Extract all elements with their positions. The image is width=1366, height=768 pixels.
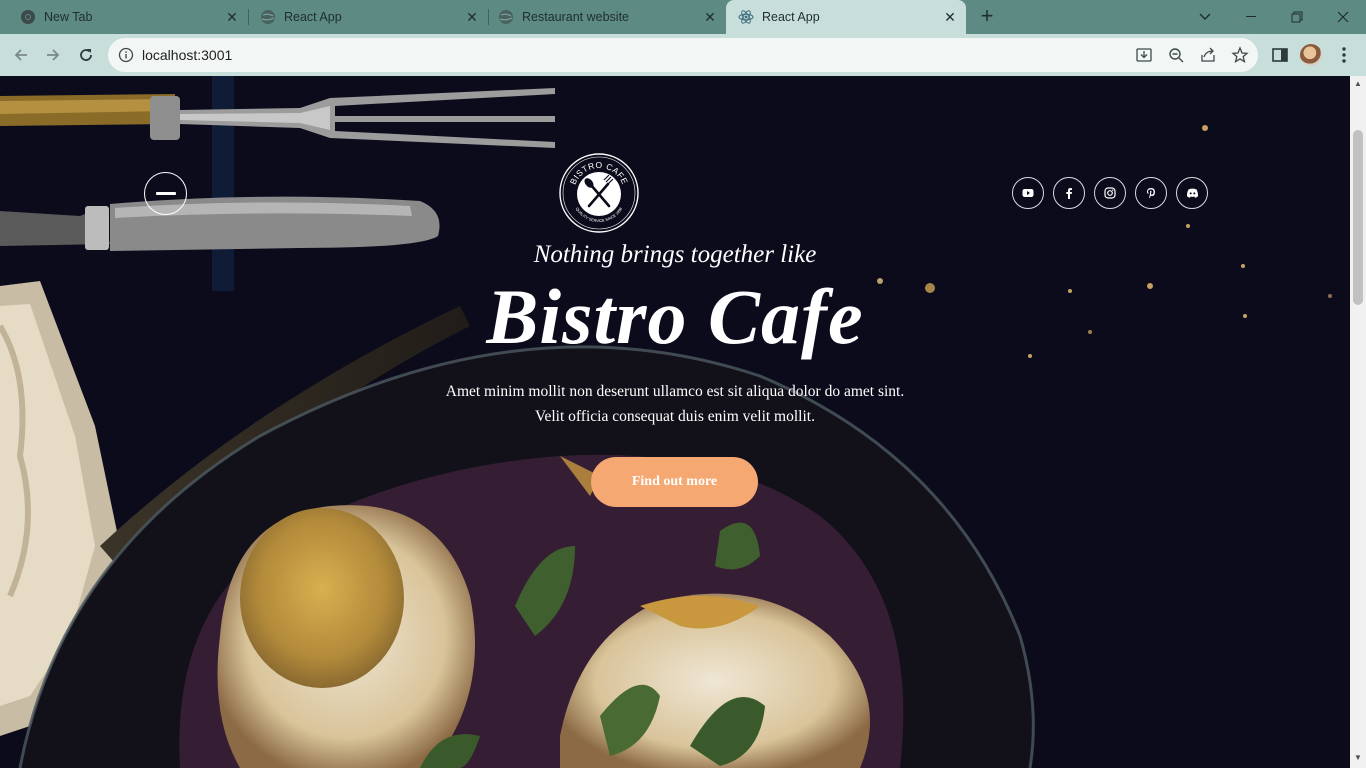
- chrome-icon: [20, 9, 36, 25]
- hero-description-line: Amet minim mollit non deserunt ullamco e…: [445, 383, 905, 400]
- globe-icon: [498, 9, 514, 25]
- close-window-button[interactable]: [1320, 0, 1366, 34]
- install-app-icon[interactable]: [1135, 46, 1153, 64]
- tab-search-icon[interactable]: [1182, 0, 1228, 34]
- globe-icon: [260, 9, 276, 25]
- menu-toggle-button[interactable]: [144, 172, 187, 215]
- tab-title: Restaurant website: [522, 10, 630, 24]
- site-info-icon[interactable]: [118, 47, 134, 63]
- tab-react-app[interactable]: React App ✕: [240, 0, 488, 34]
- share-icon[interactable]: [1199, 46, 1217, 64]
- restore-button[interactable]: [1274, 0, 1320, 34]
- discord-link[interactable]: [1176, 177, 1208, 209]
- instagram-link[interactable]: [1094, 177, 1126, 209]
- side-panel-icon[interactable]: [1270, 45, 1290, 65]
- new-tab-button[interactable]: +: [976, 5, 998, 28]
- tab-strip: New Tab ✕ React App ✕ Restaurant website…: [0, 0, 1366, 34]
- scrollbar-thumb[interactable]: [1353, 130, 1363, 305]
- hero-description-line: Velit officia consequat duis enim velit …: [535, 408, 815, 425]
- back-button[interactable]: [8, 42, 34, 68]
- profile-avatar[interactable]: [1300, 44, 1322, 66]
- browser-toolbar: localhost:3001: [0, 34, 1366, 76]
- url-text: localhost:3001: [142, 47, 233, 63]
- tab-title: React App: [284, 10, 342, 24]
- bistro-cafe-logo[interactable]: BISTRO CAFE QUALITY SERVICE SINCE 1998: [558, 152, 640, 234]
- tab-title: React App: [762, 10, 820, 24]
- hero-title: Bistro Cafe: [486, 273, 864, 360]
- hero-section: BISTRO CAFE QUALITY SERVICE SINCE 1998 N…: [0, 76, 1350, 768]
- close-tab-icon[interactable]: ✕: [700, 7, 720, 27]
- youtube-icon: [1022, 189, 1034, 197]
- reload-button[interactable]: [73, 42, 99, 68]
- instagram-icon: [1104, 187, 1116, 199]
- pinterest-link[interactable]: [1135, 177, 1167, 209]
- tab-new-tab[interactable]: New Tab ✕: [0, 0, 248, 34]
- more-menu-icon[interactable]: [1334, 45, 1354, 65]
- youtube-link[interactable]: [1012, 177, 1044, 209]
- scroll-up-icon[interactable]: ▲: [1354, 80, 1362, 88]
- forward-button[interactable]: [40, 42, 66, 68]
- tab-restaurant-website[interactable]: Restaurant website ✕: [478, 0, 726, 34]
- react-icon: [738, 9, 754, 25]
- hero-tagline: Nothing brings together like: [533, 241, 817, 268]
- tab-title: New Tab: [44, 10, 93, 24]
- facebook-icon: [1066, 188, 1072, 199]
- find-out-more-button[interactable]: Find out more: [591, 457, 758, 507]
- zoom-icon[interactable]: [1167, 46, 1185, 64]
- bookmark-star-icon[interactable]: [1231, 46, 1249, 64]
- page-scrollbar[interactable]: ▲ ▼: [1350, 76, 1366, 768]
- social-links: [1012, 177, 1208, 209]
- tab-react-app-active[interactable]: React App ✕: [726, 0, 966, 34]
- scroll-down-icon[interactable]: ▼: [1354, 754, 1362, 762]
- discord-icon: [1186, 188, 1198, 198]
- minimize-button[interactable]: [1228, 0, 1274, 34]
- address-bar[interactable]: localhost:3001: [108, 38, 1258, 72]
- facebook-link[interactable]: [1053, 177, 1085, 209]
- menu-icon: [156, 192, 176, 195]
- close-tab-icon[interactable]: ✕: [940, 7, 960, 27]
- close-tab-icon[interactable]: ✕: [222, 7, 242, 27]
- pinterest-icon: [1147, 188, 1155, 199]
- hero-description: Amet minim mollit non deserunt ullamco e…: [0, 379, 1350, 429]
